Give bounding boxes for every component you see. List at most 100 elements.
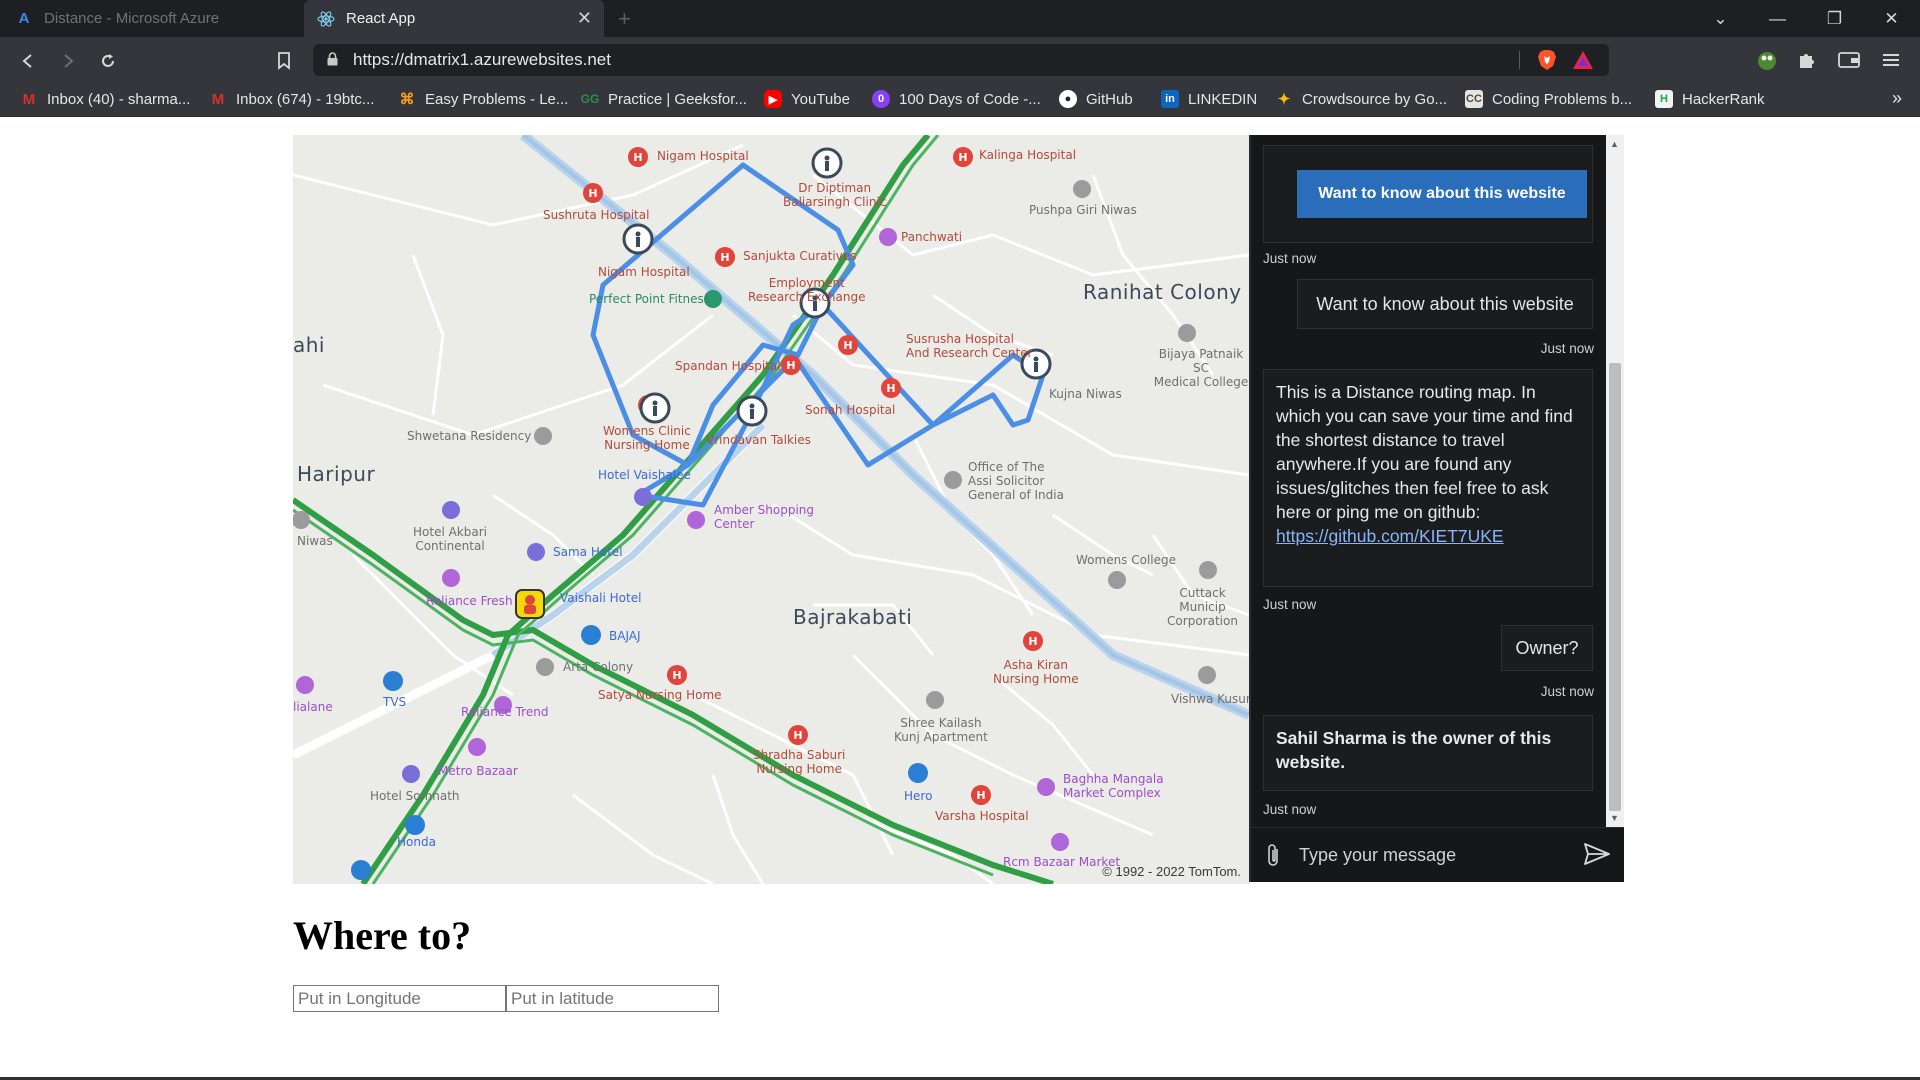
poi-label: Bijaya Patnaik SC Medical College [1153, 347, 1249, 389]
menu-icon[interactable] [1878, 47, 1904, 73]
chat-message-input[interactable] [1299, 840, 1569, 870]
svg-text:H: H [958, 151, 967, 164]
bot-message: Sahil Sharma is the owner of this websit… [1263, 715, 1593, 791]
hackerrank-icon: H [1655, 90, 1673, 108]
restore-icon[interactable]: ❐ [1806, 0, 1863, 37]
bookmark-inbox-19btc[interactable]: M Inbox (674) - 19btc... [209, 90, 375, 108]
lock-icon [327, 52, 338, 71]
poi-label: Hotel Vaishalee [598, 468, 691, 482]
react-icon [316, 9, 336, 29]
more-bookmarks-icon[interactable]: » [1892, 88, 1902, 109]
bookmark-100-days[interactable]: 0 100 Days of Code -... [872, 90, 1041, 108]
send-icon[interactable] [1584, 843, 1610, 870]
close-tab-icon[interactable]: ✕ [577, 8, 592, 29]
poi-label: Vaishali Hotel [560, 591, 642, 605]
scroll-up-icon[interactable]: ▲ [1610, 139, 1619, 149]
window-controls: ⌄ — ❐ ✕ [1692, 0, 1920, 37]
svg-text:H: H [793, 729, 802, 742]
bookmark-label: Inbox (674) - 19btc... [236, 90, 375, 108]
bookmark-linkedin[interactable]: in LINKEDIN [1161, 90, 1257, 108]
bookmark-label: 100 Days of Code -... [899, 90, 1041, 108]
pepe-extension-icon[interactable] [1754, 47, 1780, 73]
poi-label: Kujna Niwas [1049, 387, 1122, 401]
new-tab-button[interactable]: + [618, 6, 631, 32]
back-icon[interactable] [14, 47, 42, 75]
area-label-sahi: ahi [293, 333, 325, 357]
area-label-haripur: Haripur [297, 462, 376, 486]
poi-label: Honda [397, 835, 436, 849]
poi-label: Panchwati [901, 230, 963, 244]
bookmark-geeksforgeeks[interactable]: GG Practice | Geeksfor... [581, 90, 747, 108]
brave-shields-icon[interactable] [1534, 47, 1560, 73]
close-window-icon[interactable]: ✕ [1863, 0, 1920, 37]
poi-label: Satya Nursing Home [598, 688, 722, 702]
poi-label: Employment Research Exchange [748, 276, 866, 304]
tab-azure[interactable]: A Distance - Microsoft Azure [0, 0, 304, 37]
poi-label: Reliance Fresh [426, 594, 513, 608]
bookmark-hackerrank[interactable]: H HackerRank [1655, 90, 1765, 108]
poi-label: Asha Kiran Nursing Home [993, 658, 1079, 686]
poi-label: Sushruta Hospital [543, 208, 650, 222]
bookmark-icon[interactable] [270, 47, 298, 75]
svg-text:H: H [588, 187, 597, 200]
chat-panel: Want to know about this website Just now… [1249, 135, 1624, 882]
user-message: Owner? [1501, 625, 1593, 671]
bookmark-github[interactable]: ● GitHub [1059, 90, 1133, 108]
address-bar[interactable]: https://dmatrix1.azurewebsites.net [313, 44, 1609, 76]
tab-search-icon[interactable]: ⌄ [1692, 0, 1749, 37]
extensions-puzzle-icon[interactable] [1794, 47, 1820, 73]
bookmark-label: GitHub [1086, 90, 1133, 108]
bookmark-label: LINKEDIN [1188, 90, 1258, 108]
gmail-icon: M [22, 90, 36, 108]
wallet-icon[interactable] [1836, 47, 1862, 73]
routing-map[interactable]: HHH HHH HHH HHH [293, 135, 1249, 884]
forward-icon[interactable] [54, 47, 82, 75]
poi-label: Hotel Akbari Continental [413, 525, 487, 553]
message-timestamp: Just now [1263, 251, 1317, 266]
poi-label: Womens College [1076, 553, 1177, 567]
scroll-thumb[interactable] [1609, 363, 1621, 811]
poi-label: Susrusha Hospital And Research Center [906, 332, 1033, 360]
poi-label: Dr Diptiman Baliarsingh Clinic [783, 181, 887, 209]
poi-label: Nigam Hospital [598, 265, 690, 279]
poi-label: Office of The Assi Solicitor General of … [968, 460, 1064, 502]
chat-messages[interactable]: Want to know about this website Just now… [1251, 135, 1606, 827]
bookmark-label: HackerRank [1682, 90, 1765, 108]
minimize-icon[interactable]: — [1749, 0, 1806, 37]
attachment-icon[interactable] [1265, 842, 1281, 873]
map-copyright: © 1992 - 2022 TomTom. [1102, 864, 1241, 879]
longitude-input[interactable] [293, 985, 506, 1012]
poi-label: Sama Hotel [553, 545, 623, 559]
url-text: https://dmatrix1.azurewebsites.net [353, 50, 611, 69]
poi-label: Sonah Hospital [805, 403, 896, 417]
brave-rewards-icon[interactable] [1570, 47, 1596, 73]
bookmark-inbox-sharma[interactable]: M Inbox (40) - sharma... [20, 90, 191, 108]
github-link[interactable]: https://github.com/KIET7UKE [1276, 526, 1504, 546]
poi-label: Nigam Hospital [657, 149, 749, 163]
latitude-input[interactable] [506, 985, 719, 1012]
poi-label: Niwas [297, 534, 333, 548]
bookmark-coding-problems[interactable]: CC Coding Problems b... [1465, 90, 1632, 108]
bookmark-label: Easy Problems - Le... [425, 90, 569, 108]
know-about-website-button[interactable]: Want to know about this website [1297, 170, 1587, 218]
poi-label: Kalinga Hospital [979, 148, 1077, 162]
poi-label: lialane [293, 700, 333, 714]
bookmark-youtube[interactable]: ▶ YouTube [764, 90, 850, 108]
bookmark-label: Practice | Geeksfor... [608, 90, 747, 108]
poi-label: Hotel Somnath [370, 789, 460, 803]
poi-label: Hero [904, 789, 933, 803]
svg-text:H: H [886, 382, 895, 395]
user-message: Want to know about this website [1297, 279, 1593, 329]
browser-toolbar: https://dmatrix1.azurewebsites.net [0, 37, 1920, 84]
bookmark-leetcode[interactable]: ⌘ Easy Problems - Le... [398, 90, 569, 109]
poi-label: Shradha Saburi Nursing Home [753, 748, 846, 776]
reload-icon[interactable] [94, 47, 122, 75]
chat-scrollbar[interactable]: ▲ ▼ [1606, 135, 1624, 827]
tab-react-app[interactable]: React App ✕ [304, 0, 604, 37]
bookmark-crowdsource[interactable]: ✦ Crowdsource by Go... [1275, 90, 1447, 109]
poi-label: Vrindavan Talkies [706, 433, 811, 447]
poi-label: BAJAJ [609, 629, 641, 643]
scroll-down-icon[interactable]: ▼ [1610, 813, 1619, 823]
poi-label: Perfect Point Fitness [589, 292, 711, 306]
bot-message: This is a Distance routing map. In which… [1263, 369, 1593, 587]
